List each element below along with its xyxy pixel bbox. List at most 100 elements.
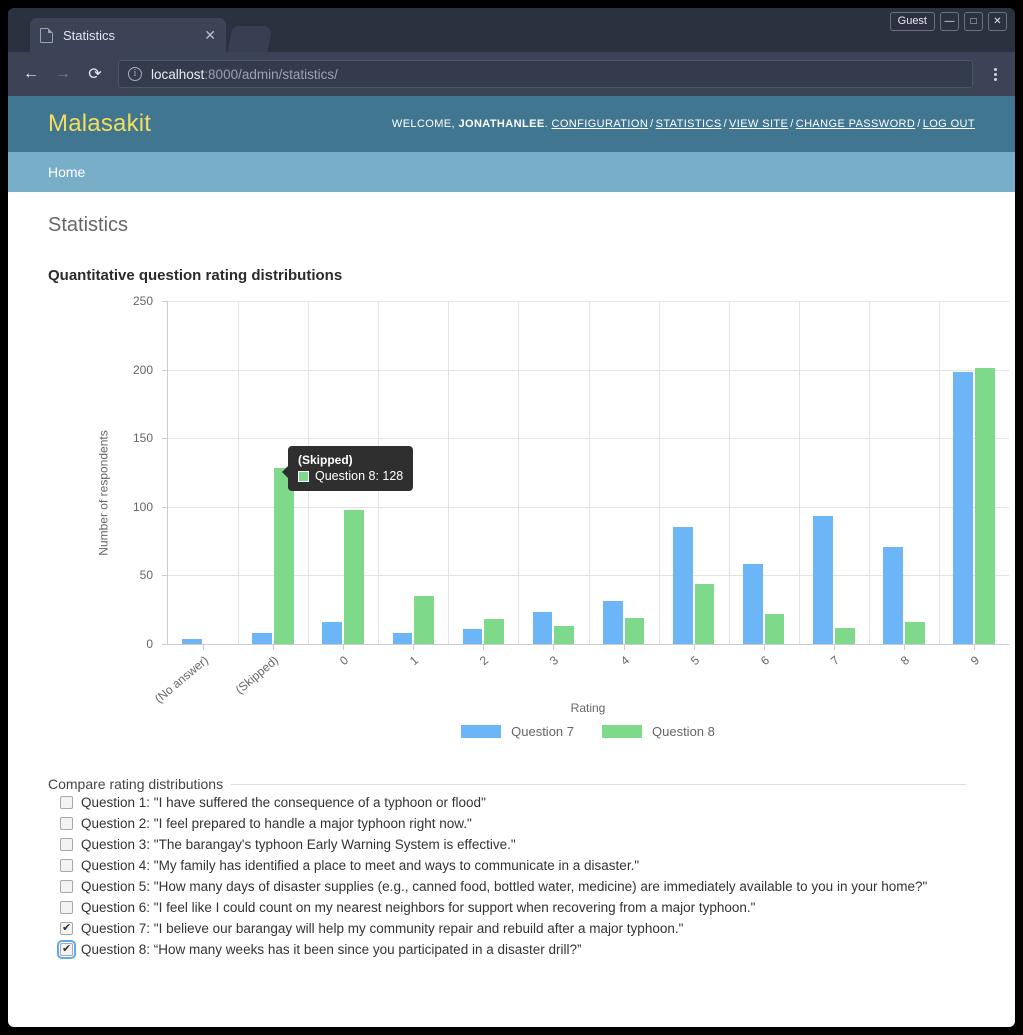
chart-bar[interactable] — [484, 619, 505, 644]
y-axis-tick-label: 150 — [132, 431, 153, 446]
welcome-text: WELCOME, — [391, 118, 455, 130]
chart-bar[interactable] — [742, 564, 763, 644]
tab-strip: Statistics ✕ Guest — □ ✕ — [8, 8, 1015, 52]
browser-tab-statistics[interactable]: Statistics ✕ — [30, 18, 226, 52]
question-checkbox-label[interactable]: Question 6: "I feel like I could count o… — [81, 900, 755, 915]
question-checkbox-label[interactable]: Question 2: "I feel prepared to handle a… — [81, 816, 472, 831]
gridline-vertical — [728, 301, 730, 644]
close-window-button[interactable]: ✕ — [988, 12, 1007, 31]
chart-bar[interactable] — [602, 601, 623, 644]
new-tab-button[interactable] — [227, 26, 273, 52]
chart-bar[interactable] — [904, 622, 925, 644]
chart-bar[interactable] — [672, 527, 693, 644]
chart-bar[interactable] — [274, 468, 294, 644]
nav-link-log-out[interactable]: LOG OUT — [923, 118, 975, 130]
x-axis-tick-label: 4 — [617, 653, 632, 669]
y-axis-title: Number of respondents — [96, 430, 111, 556]
question-checkbox-label[interactable]: Question 5: "How many days of disaster s… — [81, 879, 927, 894]
reload-icon[interactable]: ⟳ — [80, 59, 110, 89]
browser-menu-icon[interactable] — [983, 60, 1007, 88]
question-checkbox-row[interactable]: Question 8: “How many weeks has it been … — [48, 939, 966, 960]
y-axis-tick — [162, 301, 168, 302]
question-checkbox-label[interactable]: Question 4: "My family has identified a … — [81, 858, 639, 873]
chart-bar[interactable] — [694, 583, 715, 644]
chart-bar[interactable] — [414, 595, 434, 644]
x-axis-tick — [413, 644, 415, 650]
question-checkbox[interactable] — [60, 838, 73, 851]
y-axis-tick-label: 50 — [139, 568, 153, 583]
gridline-vertical — [868, 301, 870, 644]
chart-bar[interactable] — [322, 622, 343, 644]
chart-bar[interactable] — [883, 546, 903, 644]
question-checkbox[interactable] — [60, 859, 73, 872]
breadcrumb-home[interactable]: Home — [48, 164, 85, 180]
guest-profile-button[interactable]: Guest — [889, 12, 935, 31]
chart-bar[interactable] — [344, 509, 364, 644]
question-checkbox-label[interactable]: Question 8: “How many weeks has it been … — [81, 942, 582, 957]
legend-item[interactable]: Question 8 — [602, 724, 715, 739]
x-axis-tick-label: 0 — [337, 653, 352, 669]
y-axis-tick-labels: 0 50 100 150 200 250 — [121, 294, 161, 651]
chart-bar[interactable] — [182, 638, 203, 644]
chart-bar[interactable] — [813, 516, 833, 644]
username-label: JONATHANLEE — [458, 118, 545, 130]
x-axis-tick-label: 1 — [407, 653, 422, 669]
question-checkbox[interactable] — [60, 880, 73, 893]
nav-link-view-site[interactable]: VIEW SITE — [729, 118, 788, 130]
question-checkbox-row[interactable]: Question 5: "How many days of disaster s… — [48, 876, 966, 897]
back-icon[interactable]: ← — [16, 59, 46, 89]
chart-bar[interactable] — [764, 613, 785, 644]
question-checkbox-label[interactable]: Question 3: "The barangay's typhoon Earl… — [81, 837, 516, 852]
maximize-window-button[interactable]: □ — [964, 12, 983, 31]
url-path: :8000/admin/statistics/ — [204, 66, 338, 82]
chart-bar[interactable] — [554, 626, 575, 644]
gridline-vertical — [448, 301, 450, 644]
nav-link-change-password[interactable]: CHANGE PASSWORD — [796, 118, 915, 130]
forward-icon: → — [55, 65, 71, 82]
chart-bar[interactable] — [252, 633, 273, 644]
chart-bar[interactable] — [462, 628, 483, 644]
legend-item[interactable]: Question 7 — [461, 724, 574, 739]
chart-bar[interactable] — [392, 633, 413, 644]
question-checkbox[interactable] — [60, 921, 73, 935]
question-checkbox[interactable] — [60, 796, 73, 809]
nav-link-configuration[interactable]: CONFIGURATION — [552, 118, 649, 130]
close-tab-icon[interactable]: ✕ — [204, 28, 216, 42]
question-checkbox-row[interactable]: Question 7: "I believe our barangay will… — [48, 918, 966, 939]
question-checkbox-row[interactable]: Question 3: "The barangay's typhoon Earl… — [48, 834, 966, 855]
chart-title: Quantitative question rating distributio… — [48, 267, 343, 284]
question-checkbox[interactable] — [60, 901, 73, 914]
chart-bar[interactable] — [532, 612, 553, 644]
chart-bar[interactable] — [953, 372, 973, 644]
url-text: localhost:8000/admin/statistics/ — [151, 67, 338, 82]
site-info-icon[interactable]: i — [128, 67, 142, 81]
welcome-period: . — [544, 118, 549, 130]
nav-separator: / — [790, 118, 794, 130]
question-checkbox-row[interactable]: Question 2: "I feel prepared to handle a… — [48, 813, 966, 834]
x-axis-tick — [203, 644, 205, 650]
nav-link-statistics[interactable]: STATISTICS — [656, 118, 722, 130]
gridline-vertical — [588, 301, 590, 644]
page-title: Statistics — [48, 214, 129, 236]
question-checkbox[interactable] — [60, 817, 73, 830]
question-checkbox-label[interactable]: Question 7: "I believe our barangay will… — [81, 921, 683, 936]
compare-distributions-fieldset: Compare rating distributions Question 1:… — [48, 776, 966, 960]
question-checkbox[interactable] — [57, 940, 76, 959]
question-checkbox-row[interactable]: Question 6: "I feel like I could count o… — [48, 897, 966, 918]
question-checkbox-row[interactable]: Question 1: "I have suffered the consequ… — [48, 792, 966, 813]
chart-bar[interactable] — [834, 627, 855, 644]
minimize-window-button[interactable]: — — [940, 12, 959, 31]
question-checkbox-list: Question 1: "I have suffered the consequ… — [48, 792, 966, 960]
window-controls: Guest — □ ✕ — [889, 12, 1007, 31]
page-favicon-icon — [40, 27, 53, 43]
browser-window: Statistics ✕ Guest — □ ✕ ← → ⟳ i localho… — [8, 8, 1015, 1027]
question-checkbox-row[interactable]: Question 4: "My family has identified a … — [48, 855, 966, 876]
chart-bar[interactable] — [974, 368, 995, 644]
address-bar[interactable]: i localhost:8000/admin/statistics/ — [118, 60, 973, 88]
question-checkbox-label[interactable]: Question 1: "I have suffered the consequ… — [81, 795, 486, 810]
breadcrumb: Home — [8, 152, 1015, 192]
x-axis-tick — [903, 644, 905, 650]
x-axis-tick — [693, 644, 695, 650]
chart-bar[interactable] — [624, 617, 645, 644]
user-tools: WELCOME, JONATHANLEE. CONFIGURATION / STAT… — [392, 118, 975, 130]
